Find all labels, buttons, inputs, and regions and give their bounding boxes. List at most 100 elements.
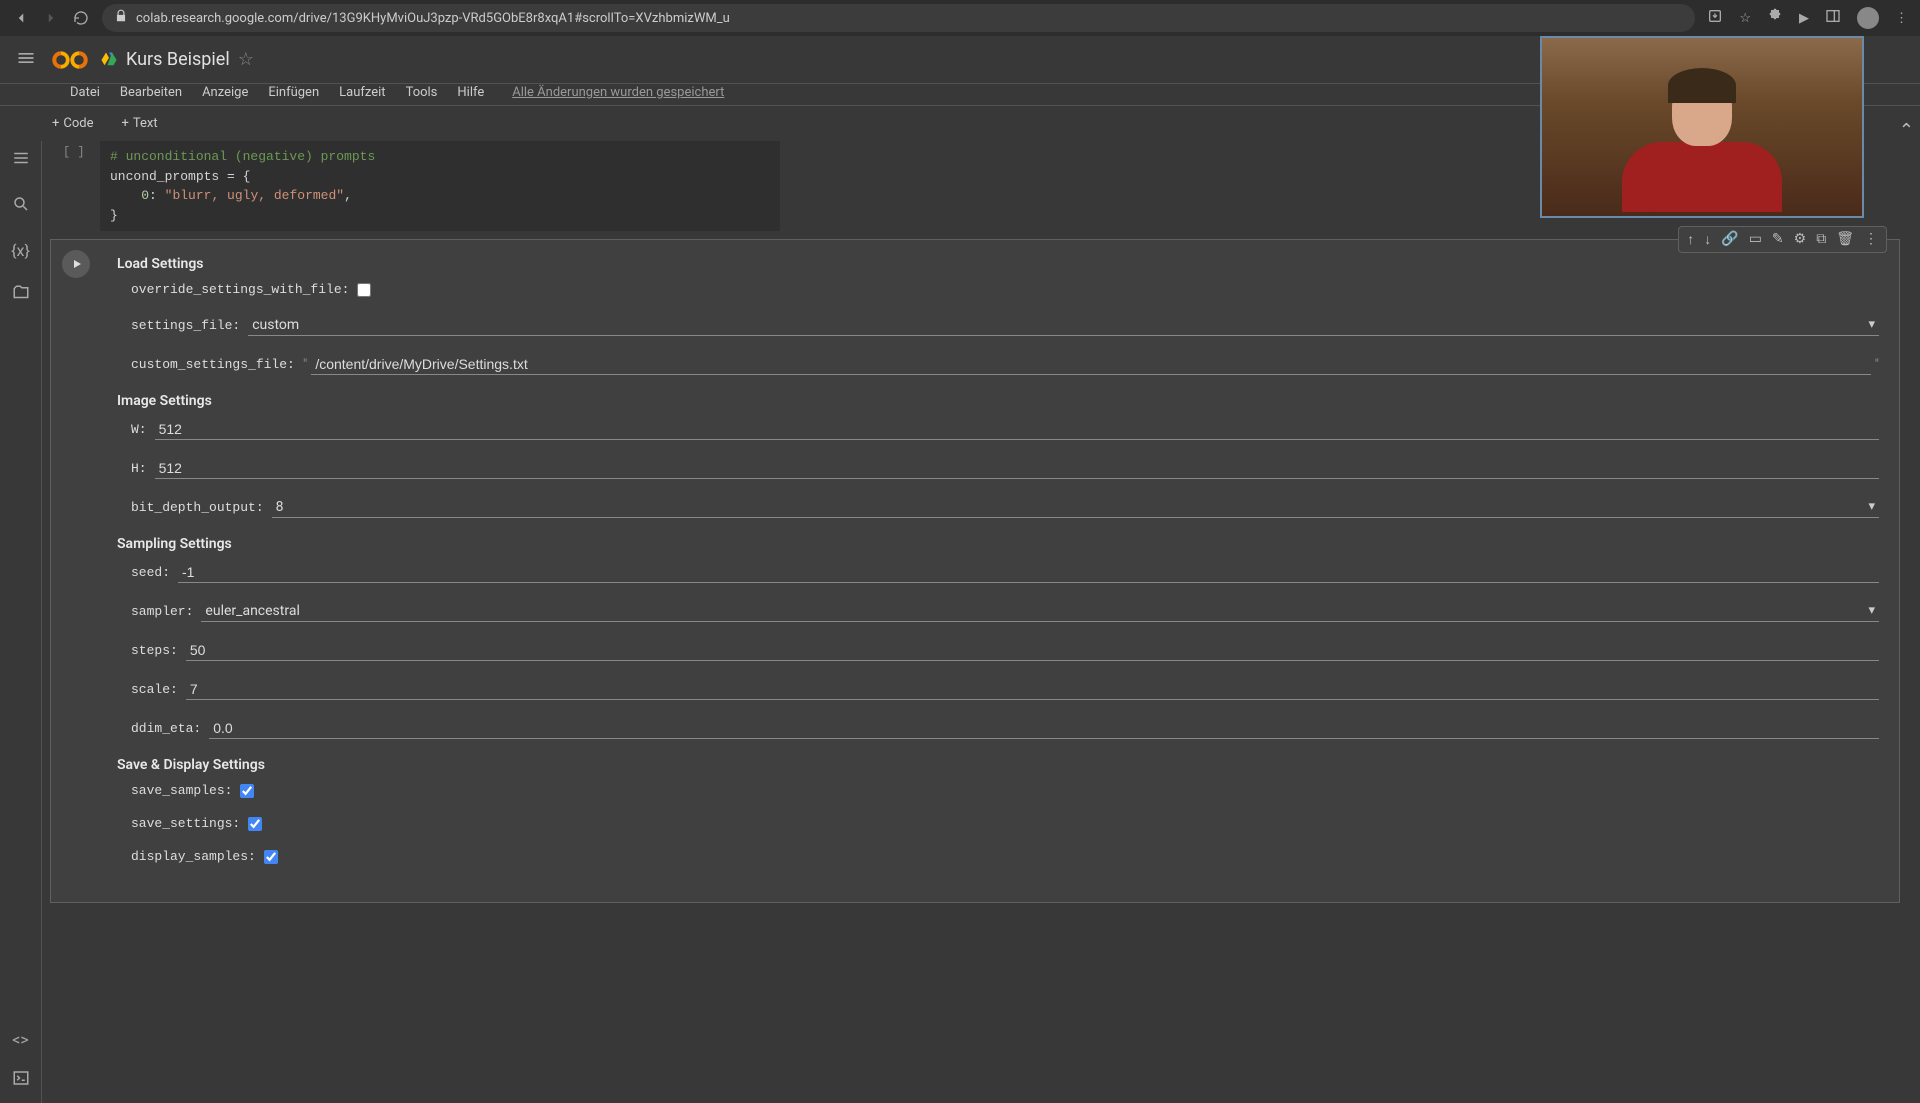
row-custom-settings-file: custom_settings_file: " " bbox=[131, 354, 1879, 375]
row-ddim-eta: ddim_eta: bbox=[131, 718, 1879, 739]
edit-icon[interactable]: ✎ bbox=[1772, 231, 1784, 248]
chevron-down-icon: ▾ bbox=[1868, 499, 1875, 515]
menu-anzeige[interactable]: Anzeige bbox=[202, 85, 248, 100]
forward-icon[interactable] bbox=[42, 9, 60, 27]
delete-icon[interactable]: 🗑 bbox=[1836, 231, 1854, 248]
section-image-settings: Image Settings bbox=[117, 393, 1879, 409]
panel-icon[interactable] bbox=[1825, 8, 1841, 28]
toc-icon[interactable] bbox=[12, 149, 30, 171]
input-H[interactable] bbox=[155, 458, 1879, 479]
code-gutter: [ ] bbox=[50, 141, 100, 231]
label-W: W: bbox=[131, 422, 147, 437]
menu-laufzeit[interactable]: Laufzeit bbox=[339, 85, 385, 100]
form-body: Load Settings override_settings_with_fil… bbox=[101, 240, 1899, 902]
row-settings-file: settings_file: custom ▾ bbox=[131, 315, 1879, 336]
row-save-settings: save_settings: bbox=[131, 816, 1879, 831]
mirror-icon[interactable]: ⧉ bbox=[1816, 231, 1826, 248]
label-save-settings: save_settings: bbox=[131, 816, 240, 831]
input-steps[interactable] bbox=[186, 640, 1879, 661]
quote-close: " bbox=[1875, 357, 1879, 373]
save-status[interactable]: Alle Änderungen wurden gespeichert bbox=[512, 85, 724, 100]
row-steps: steps: bbox=[131, 640, 1879, 661]
menu-hamburger-icon[interactable] bbox=[16, 48, 36, 72]
doc-title[interactable]: Kurs Beispiel bbox=[126, 49, 230, 70]
label-H: H: bbox=[131, 461, 147, 476]
input-W[interactable] bbox=[155, 419, 1879, 440]
code-snippets-icon[interactable]: <> bbox=[12, 1030, 29, 1049]
label-scale: scale: bbox=[131, 682, 178, 697]
reload-icon[interactable] bbox=[72, 9, 90, 27]
code-key: 0 bbox=[141, 188, 149, 203]
comment-icon[interactable]: ▭ bbox=[1749, 231, 1762, 248]
row-bit-depth: bit_depth_output: 8 ▾ bbox=[131, 497, 1879, 518]
variables-icon[interactable]: {x} bbox=[11, 241, 30, 260]
menu-datei[interactable]: Datei bbox=[70, 85, 100, 100]
bookmark-star-icon[interactable]: ☆ bbox=[1739, 11, 1751, 26]
label-steps: steps: bbox=[131, 643, 178, 658]
select-settings-file[interactable]: custom ▾ bbox=[248, 315, 1879, 336]
input-custom-settings-file[interactable] bbox=[311, 354, 1870, 375]
add-text-button[interactable]: + Text bbox=[114, 112, 166, 135]
label-sampler: sampler: bbox=[131, 604, 193, 619]
add-code-button[interactable]: + Code bbox=[44, 112, 102, 135]
more-vert-icon[interactable]: ⋮ bbox=[1864, 231, 1878, 248]
input-scale[interactable] bbox=[186, 679, 1879, 700]
chevron-down-icon: ▾ bbox=[1868, 317, 1875, 333]
move-up-icon[interactable]: ↑ bbox=[1687, 231, 1694, 248]
quote-open: " bbox=[303, 357, 307, 373]
label-display-samples: display_samples: bbox=[131, 849, 256, 864]
checkbox-save-samples[interactable] bbox=[240, 784, 254, 798]
files-icon[interactable] bbox=[12, 284, 30, 306]
menu-hilfe[interactable]: Hilfe bbox=[457, 85, 484, 100]
select-sampler[interactable]: euler_ancestral ▾ bbox=[201, 601, 1879, 622]
row-W: W: bbox=[131, 419, 1879, 440]
left-rail: {x} <> bbox=[0, 141, 42, 1103]
move-down-icon[interactable]: ↓ bbox=[1704, 231, 1711, 248]
checkbox-override[interactable] bbox=[357, 283, 371, 297]
plus-icon: + bbox=[52, 116, 59, 131]
input-seed[interactable] bbox=[178, 562, 1879, 583]
colab-logo-icon[interactable] bbox=[52, 48, 88, 72]
menu-tools[interactable]: Tools bbox=[406, 85, 438, 100]
browser-action-icons: ☆ ▶ ⋮ bbox=[1707, 7, 1908, 29]
avatar-icon[interactable] bbox=[1857, 7, 1879, 29]
install-icon[interactable] bbox=[1707, 8, 1723, 28]
menu-einfuegen[interactable]: Einfügen bbox=[268, 85, 319, 100]
code-editor[interactable]: # unconditional (negative) prompts uncon… bbox=[100, 141, 780, 231]
url-bar[interactable]: colab.research.google.com/drive/13G9KHyM… bbox=[102, 4, 1695, 32]
select-bit-depth[interactable]: 8 ▾ bbox=[272, 497, 1879, 518]
add-code-label: Code bbox=[63, 116, 93, 131]
form-gutter bbox=[51, 240, 101, 902]
extensions-icon[interactable] bbox=[1767, 8, 1783, 28]
run-cell-button[interactable] bbox=[62, 250, 90, 278]
plus-icon: + bbox=[122, 116, 129, 131]
terminal-icon[interactable] bbox=[12, 1069, 30, 1091]
star-icon[interactable]: ☆ bbox=[238, 49, 254, 70]
search-icon[interactable] bbox=[12, 195, 30, 217]
section-save-display: Save & Display Settings bbox=[117, 757, 1879, 773]
back-icon[interactable] bbox=[12, 9, 30, 27]
checkbox-save-settings[interactable] bbox=[248, 817, 262, 831]
settings-gear-icon[interactable]: ⚙ bbox=[1794, 231, 1807, 248]
add-text-label: Text bbox=[133, 116, 158, 131]
code-string: "blurr, ugly, deformed" bbox=[165, 188, 344, 203]
cell-exec-indicator[interactable]: [ ] bbox=[63, 145, 87, 169]
link-icon[interactable]: 🔗 bbox=[1721, 231, 1738, 248]
notebook-content[interactable]: [ ] # unconditional (negative) prompts u… bbox=[42, 141, 1920, 1103]
collapse-icon[interactable]: ⌃ bbox=[1899, 120, 1914, 141]
label-seed: seed: bbox=[131, 565, 170, 580]
checkbox-display-samples[interactable] bbox=[264, 850, 278, 864]
label-override: override_settings_with_file: bbox=[131, 282, 349, 297]
media-icon[interactable]: ▶ bbox=[1799, 11, 1809, 26]
drive-icon bbox=[100, 51, 118, 69]
label-custom-settings-file: custom_settings_file: bbox=[131, 357, 295, 372]
label-ddim-eta: ddim_eta: bbox=[131, 721, 201, 736]
row-H: H: bbox=[131, 458, 1879, 479]
input-ddim-eta[interactable] bbox=[209, 718, 1879, 739]
row-scale: scale: bbox=[131, 679, 1879, 700]
menu-bearbeiten[interactable]: Bearbeiten bbox=[120, 85, 182, 100]
section-load-settings: Load Settings bbox=[117, 256, 1879, 272]
select-value: euler_ancestral bbox=[205, 603, 299, 619]
more-icon[interactable]: ⋮ bbox=[1895, 11, 1908, 26]
row-sampler: sampler: euler_ancestral ▾ bbox=[131, 601, 1879, 622]
